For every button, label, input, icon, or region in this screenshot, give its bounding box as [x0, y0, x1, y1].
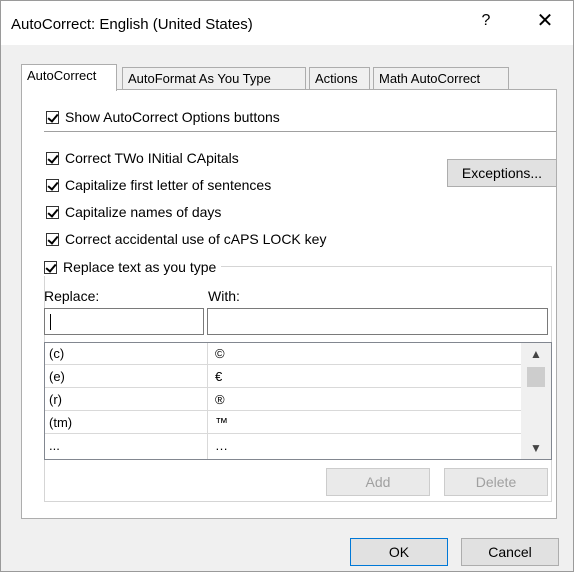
scroll-up-icon[interactable]: ▲ [521, 343, 551, 365]
window-title: AutoCorrect: English (United States) [11, 16, 253, 33]
list-item[interactable]: ... … [45, 435, 521, 457]
show-autocorrect-options-label: Show AutoCorrect Options buttons [65, 109, 280, 125]
add-button[interactable]: Add [326, 468, 430, 496]
list-scrollbar[interactable]: ▲ ▼ [521, 343, 551, 459]
capitalize-days-label: Capitalize names of days [65, 204, 222, 220]
show-autocorrect-options-option[interactable]: Show AutoCorrect Options buttons [46, 108, 280, 126]
autocorrect-dialog: AutoCorrect: English (United States) ? ✕… [0, 0, 574, 572]
correct-two-initials-option[interactable]: Correct TWo INitial CApitals [46, 149, 239, 167]
column-divider [207, 343, 208, 459]
entry-with-text: ® [215, 392, 225, 407]
correct-two-initials-checkbox[interactable] [46, 151, 59, 165]
scroll-down-icon[interactable]: ▼ [521, 437, 551, 459]
correct-two-initials-label: Correct TWo INitial CApitals [65, 150, 239, 166]
replace-text-label: Replace text as you type [63, 259, 217, 275]
caps-lock-label: Correct accidental use of cAPS LOCK key [65, 231, 327, 247]
list-item[interactable]: (r) ® [45, 389, 521, 411]
replace-label: Replace: [44, 288, 100, 304]
capitalize-days-checkbox[interactable] [46, 205, 59, 219]
text-cursor [50, 314, 51, 330]
entry-replace-text: (c) [49, 346, 65, 361]
capitalize-days-option[interactable]: Capitalize names of days [46, 203, 221, 221]
entry-with-text: © [215, 346, 225, 361]
close-button[interactable]: ✕ [527, 7, 563, 35]
entry-replace-text: ... [49, 438, 60, 453]
replace-text-checkbox[interactable] [44, 260, 57, 274]
show-autocorrect-options-checkbox[interactable] [46, 110, 59, 124]
caps-lock-option[interactable]: Correct accidental use of cAPS LOCK key [46, 230, 326, 248]
tab-actions[interactable]: Actions [309, 67, 370, 90]
tab-autoformat-as-you-type[interactable]: AutoFormat As You Type [122, 67, 306, 90]
entry-replace-text: (tm) [49, 415, 73, 430]
list-item[interactable]: (c) © [45, 343, 521, 365]
capitalize-first-letter-checkbox[interactable] [46, 178, 59, 192]
entry-replace-text: (r) [49, 392, 62, 407]
separator [44, 131, 556, 132]
entry-with-text: € [215, 369, 223, 384]
entry-with-text: ™ [215, 415, 228, 430]
entry-replace-text: (e) [49, 369, 65, 384]
help-button[interactable]: ? [471, 7, 501, 35]
with-input[interactable] [207, 308, 548, 335]
cancel-button[interactable]: Cancel [461, 538, 559, 566]
ok-button[interactable]: OK [350, 538, 448, 566]
replacement-list[interactable]: (c) © (e) € (r) ® (tm) ™ ... … ▲ ▼ [44, 342, 552, 460]
autocorrect-panel: Show AutoCorrect Options buttons Correct… [21, 89, 557, 519]
delete-button[interactable]: Delete [444, 468, 548, 496]
entry-with-text: … [215, 438, 228, 453]
capitalize-first-letter-option[interactable]: Capitalize first letter of sentences [46, 176, 271, 194]
replace-text-option[interactable]: Replace text as you type [44, 258, 222, 276]
tab-autocorrect[interactable]: AutoCorrect [21, 64, 117, 91]
list-item[interactable]: (tm) ™ [45, 412, 521, 434]
replace-input[interactable] [44, 308, 204, 335]
list-item[interactable]: (e) € [45, 366, 521, 388]
caps-lock-checkbox[interactable] [46, 232, 59, 246]
scroll-thumb[interactable] [527, 367, 545, 387]
title-bar: AutoCorrect: English (United States) ? ✕ [1, 1, 573, 45]
exceptions-button[interactable]: Exceptions... [447, 159, 557, 187]
with-label: With: [208, 288, 240, 304]
tab-math-autocorrect[interactable]: Math AutoCorrect [373, 67, 509, 90]
capitalize-first-letter-label: Capitalize first letter of sentences [65, 177, 272, 193]
